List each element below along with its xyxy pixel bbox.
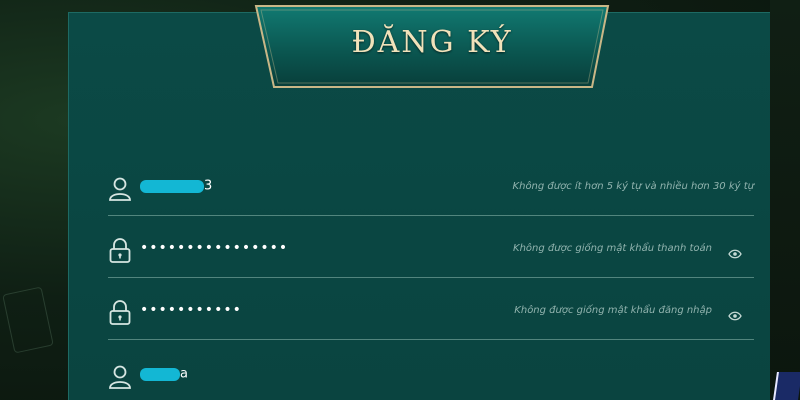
username-value[interactable]: 3: [140, 178, 213, 194]
user-icon: [108, 364, 132, 390]
redacted-text: [140, 367, 180, 381]
field-underline: [108, 215, 754, 216]
background-decoration: [2, 286, 54, 354]
field-underline: [108, 277, 754, 278]
background-edge: [770, 0, 800, 400]
lock-icon: [108, 238, 132, 264]
payment-password-hint: Không được giống mật khẩu đăng nhập: [514, 305, 712, 316]
redacted-text: [140, 179, 204, 193]
username-field[interactable]: 3 Không được ít hơn 5 ký tự và nhiều hơn…: [108, 170, 754, 216]
user-icon: [108, 176, 132, 202]
corner-widget: [773, 372, 800, 400]
eye-icon[interactable]: [728, 306, 742, 321]
password-field[interactable]: •••••••••••••••• Không được giống mật kh…: [108, 232, 754, 278]
username-hint: Không được ít hơn 5 ký tự và nhiều hơn 3…: [512, 181, 754, 192]
password-value[interactable]: ••••••••••••••••: [140, 240, 288, 256]
payment-password-value[interactable]: •••••••••••: [140, 302, 242, 318]
payment-password-field[interactable]: ••••••••••• Không được giống mật khẩu đă…: [108, 294, 754, 340]
fullname-field[interactable]: a: [108, 358, 754, 400]
password-hint: Không được giống mật khẩu thanh toán: [513, 243, 712, 254]
title-banner: ĐĂNG KÝ: [253, 3, 611, 89]
field-underline: [108, 339, 754, 340]
fullname-value[interactable]: a: [140, 366, 189, 382]
page-title: ĐĂNG KÝ: [351, 25, 513, 60]
eye-icon[interactable]: [728, 244, 742, 259]
lock-icon: [108, 300, 132, 326]
